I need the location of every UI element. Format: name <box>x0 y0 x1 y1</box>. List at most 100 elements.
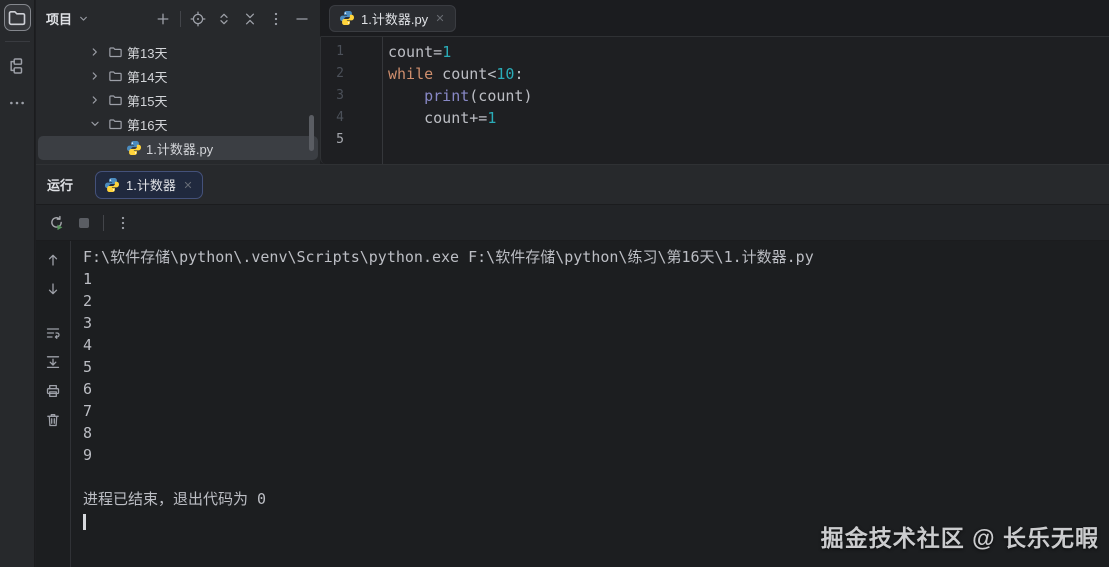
text-caret <box>83 513 86 530</box>
console-output-line: 5 <box>83 358 93 376</box>
tree-item-label: 第14天 <box>127 69 168 85</box>
tree-item-第13天[interactable]: 第13天 <box>38 40 318 64</box>
console-output-line: 4 <box>83 336 93 354</box>
trash-icon[interactable] <box>42 409 64 431</box>
console-output-line: 7 <box>83 402 93 420</box>
run-tab-label: 1.计数器 <box>126 178 176 193</box>
python-file-icon <box>339 10 355 26</box>
run-panel-header: 运行 1.计数器 <box>36 165 1109 204</box>
line-number: 1 <box>336 44 344 59</box>
token-builtin: print <box>424 87 470 105</box>
chevron-right-icon[interactable] <box>86 93 104 107</box>
line-number: 5 <box>336 132 344 147</box>
code-line: 3 print(count) <box>321 85 1109 107</box>
tree-item-label: 第15天 <box>127 93 168 109</box>
folder-icon <box>108 117 123 132</box>
code-text: while count<10: <box>382 63 523 85</box>
line-number: 2 <box>336 66 344 81</box>
expand-all-icon[interactable] <box>212 7 236 31</box>
close-icon[interactable] <box>434 12 446 24</box>
code-text: count+=1 <box>382 107 496 129</box>
editor-tab-bar: 1.计数器.py <box>320 0 1109 37</box>
project-tree: 第13天第14天第15天第16天 1.计数器.py <box>36 37 320 164</box>
stop-icon[interactable] <box>72 211 96 235</box>
folder-icon <box>108 45 123 60</box>
target-icon[interactable] <box>186 7 210 31</box>
run-toolbar <box>36 204 1109 240</box>
kebab-icon[interactable] <box>111 211 135 235</box>
chevron-right-icon[interactable] <box>86 69 104 83</box>
project-panel-title-dropdown[interactable]: 项目 <box>46 9 90 28</box>
project-panel-title: 项目 <box>46 12 73 27</box>
code-text: count=1 <box>382 41 451 63</box>
plus-icon[interactable] <box>151 7 175 31</box>
line-number: 4 <box>336 110 344 125</box>
console-output-line: 8 <box>83 424 93 442</box>
kebab-icon[interactable] <box>264 7 288 31</box>
console-output-line: 1 <box>83 270 93 288</box>
tree-item-第15天[interactable]: 第15天 <box>38 88 318 112</box>
more-h-icon[interactable] <box>4 89 31 116</box>
token-number: 10 <box>496 65 515 83</box>
console-output-line: 3 <box>83 314 93 332</box>
code-line: 5 <box>321 129 1109 151</box>
token-keyword: while <box>388 65 434 83</box>
console-output-line: 2 <box>83 292 93 310</box>
console-output-line: 6 <box>83 380 93 398</box>
run-configuration-tab[interactable]: 1.计数器 <box>95 170 203 199</box>
chevron-down-icon[interactable] <box>86 117 104 131</box>
tree-item-label: 第16天 <box>127 117 168 133</box>
arrow-down-icon[interactable] <box>42 278 64 300</box>
run-panel-title: 运行 <box>47 178 74 193</box>
token-number: 1 <box>487 109 497 127</box>
console-output-line: 9 <box>83 446 93 464</box>
project-panel-header: 项目 <box>36 0 320 37</box>
folder-icon <box>108 93 123 108</box>
tool-window-stripe <box>0 0 35 567</box>
token-text: (count) <box>469 87 533 105</box>
soft-wrap-icon[interactable] <box>42 322 64 344</box>
code-editor[interactable]: 1 count=1 2 while count<10: 3 print(count) 4 … <box>320 37 1109 164</box>
tree-item-1.计数器.py[interactable]: 1.计数器.py <box>38 136 318 160</box>
close-icon[interactable] <box>182 179 194 191</box>
editor-tab[interactable]: 1.计数器.py <box>329 4 457 32</box>
rerun-icon[interactable] <box>44 211 68 235</box>
console-status-line: 进程已结束，退出代码为 0 <box>83 490 267 508</box>
project-header-actions <box>151 7 314 31</box>
code-line: 1 count=1 <box>321 41 1109 63</box>
stripe-divider <box>4 41 30 42</box>
token-text: : <box>514 65 524 83</box>
top-row: 项目 1.计数器.py <box>36 0 1109 37</box>
code-text: print(count) <box>382 85 533 107</box>
printer-icon[interactable] <box>42 380 64 402</box>
tree-item-label: 1.计数器.py <box>146 141 214 157</box>
tree-item-第16天[interactable]: 第16天 <box>38 112 318 136</box>
line-number: 3 <box>336 88 344 103</box>
tree-item-第14天[interactable]: 第14天 <box>38 64 318 88</box>
chevron-down-icon <box>77 12 90 25</box>
gutter-separator <box>382 37 383 164</box>
tree-scrollbar-thumb[interactable] <box>309 115 314 151</box>
arrow-up-icon[interactable] <box>42 249 64 271</box>
collapse-all-icon[interactable] <box>238 7 262 31</box>
project-folder-icon[interactable] <box>3 4 31 31</box>
python-file-icon <box>126 140 142 156</box>
console-command-line: F:\软件存储\python\.venv\Scripts\python.exe … <box>83 248 814 266</box>
minus-icon[interactable] <box>290 7 314 31</box>
folder-icon <box>108 69 123 84</box>
scroll-end-icon[interactable] <box>42 351 64 373</box>
main-area: 项目 1.计数器.py 第13天 第14天 第15天 第16天 1.计数器.py 1 co… <box>36 0 1109 567</box>
chevron-right-icon[interactable] <box>86 45 104 59</box>
code-line: 2 while count<10: <box>321 63 1109 85</box>
token-text: count< <box>433 65 497 83</box>
editor-tab-label: 1.计数器.py <box>361 11 429 27</box>
token-number: 1 <box>442 43 452 61</box>
structure-icon[interactable] <box>4 52 31 79</box>
tree-item-label: 第13天 <box>127 45 168 61</box>
token-text: count+= <box>388 109 488 127</box>
console-row: F:\软件存储\python\.venv\Scripts\python.exe … <box>36 240 1109 567</box>
token-text: count= <box>388 43 443 61</box>
python-file-icon <box>104 177 120 193</box>
